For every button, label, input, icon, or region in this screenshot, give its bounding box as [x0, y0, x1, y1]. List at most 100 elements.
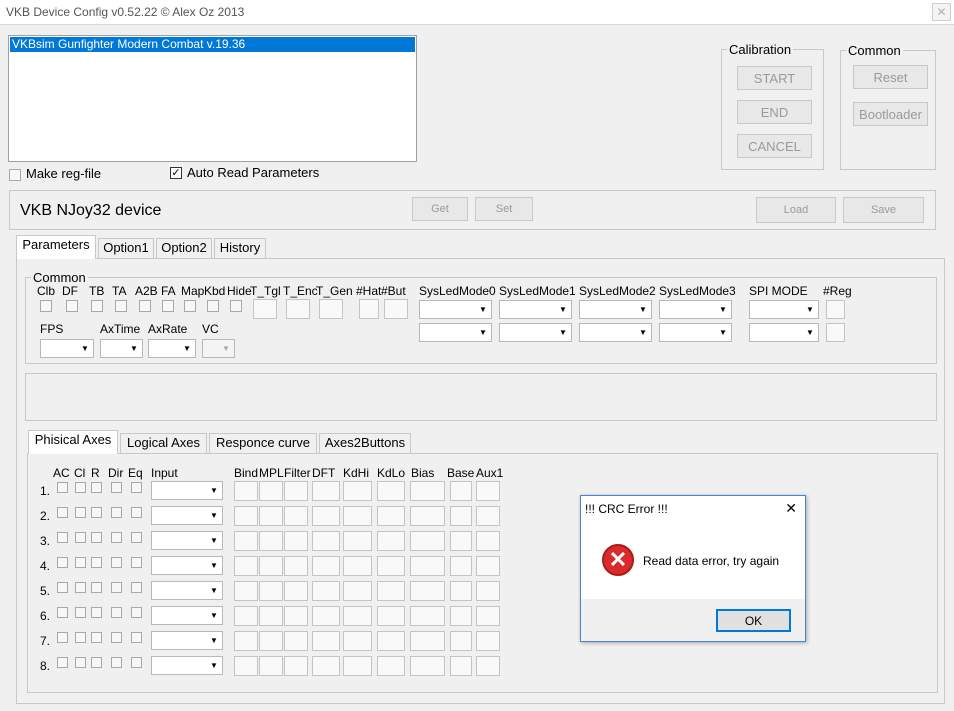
axis-checkbox-eq[interactable] — [131, 507, 142, 518]
axis-field-bind[interactable] — [234, 631, 258, 651]
flag-checkbox-tb[interactable] — [91, 300, 103, 312]
axis-checkbox-cl[interactable] — [75, 482, 86, 493]
axrate-select[interactable]: ▼ — [148, 339, 196, 358]
axis-checkbox-ac[interactable] — [57, 507, 68, 518]
tab-option1[interactable]: Option1 — [98, 238, 154, 258]
reg-count-field-2[interactable] — [826, 323, 845, 342]
sysled-mode0-select-1[interactable]: ▼ — [419, 300, 492, 319]
axis-field-dft[interactable] — [312, 556, 340, 576]
sysled-mode0-select-2[interactable]: ▼ — [419, 323, 492, 342]
reset-button[interactable]: Reset — [853, 65, 928, 89]
hat-count-field[interactable] — [359, 299, 379, 319]
axis-checkbox-ac[interactable] — [57, 482, 68, 493]
axis-checkbox-r[interactable] — [91, 582, 102, 593]
t-gen-field[interactable] — [319, 299, 343, 319]
axtime-select[interactable]: ▼ — [100, 339, 143, 358]
vc-select[interactable]: ▼ — [202, 339, 235, 358]
axis-field-kdlo[interactable] — [377, 506, 405, 526]
sysled-mode1-select-1[interactable]: ▼ — [499, 300, 572, 319]
axis-field-aux1[interactable] — [476, 556, 500, 576]
axis-checkbox-dir[interactable] — [111, 557, 122, 568]
axis-field-mpl[interactable] — [259, 531, 283, 551]
flag-checkbox-ta[interactable] — [115, 300, 127, 312]
axis-field-bias[interactable] — [410, 606, 445, 626]
axis-checkbox-eq[interactable] — [131, 532, 142, 543]
axis-field-filter[interactable] — [284, 481, 308, 501]
axis-field-bias[interactable] — [410, 631, 445, 651]
axis-checkbox-dir[interactable] — [111, 657, 122, 668]
tab-axes2buttons[interactable]: Axes2Buttons — [319, 433, 411, 453]
axis-field-aux1[interactable] — [476, 631, 500, 651]
axis-checkbox-dir[interactable] — [111, 532, 122, 543]
sysled-mode3-select-2[interactable]: ▼ — [659, 323, 732, 342]
axis-field-kdhi[interactable] — [343, 556, 372, 576]
get-button[interactable]: Get — [412, 197, 468, 221]
axis-input-select[interactable]: ▼ — [151, 481, 223, 500]
axis-checkbox-eq[interactable] — [131, 482, 142, 493]
axis-field-base[interactable] — [450, 631, 472, 651]
axis-field-dft[interactable] — [312, 481, 340, 501]
axis-field-mpl[interactable] — [259, 556, 283, 576]
axis-checkbox-r[interactable] — [91, 557, 102, 568]
axis-checkbox-ac[interactable] — [57, 557, 68, 568]
axis-field-dft[interactable] — [312, 581, 340, 601]
axis-checkbox-cl[interactable] — [75, 507, 86, 518]
axis-checkbox-dir[interactable] — [111, 482, 122, 493]
axis-field-base[interactable] — [450, 581, 472, 601]
axis-checkbox-cl[interactable] — [75, 557, 86, 568]
axis-input-select[interactable]: ▼ — [151, 531, 223, 550]
flag-checkbox-clb[interactable] — [40, 300, 52, 312]
axis-input-select[interactable]: ▼ — [151, 506, 223, 525]
tab-responce-curve[interactable]: Responce curve — [209, 433, 317, 453]
axis-field-base[interactable] — [450, 556, 472, 576]
fps-select[interactable]: ▼ — [40, 339, 94, 358]
axis-field-base[interactable] — [450, 656, 472, 676]
sysled-mode2-select-1[interactable]: ▼ — [579, 300, 652, 319]
spi-mode-select-1[interactable]: ▼ — [749, 300, 819, 319]
axis-field-dft[interactable] — [312, 506, 340, 526]
axis-field-mpl[interactable] — [259, 506, 283, 526]
flag-checkbox-df[interactable] — [66, 300, 78, 312]
axis-checkbox-cl[interactable] — [75, 532, 86, 543]
axis-field-bind[interactable] — [234, 506, 258, 526]
axis-input-select[interactable]: ▼ — [151, 631, 223, 650]
spi-mode-select-2[interactable]: ▼ — [749, 323, 819, 342]
axis-checkbox-dir[interactable] — [111, 632, 122, 643]
axis-field-bind[interactable] — [234, 481, 258, 501]
t-enc-field[interactable] — [286, 299, 310, 319]
device-list[interactable]: VKBsim Gunfighter Modern Combat v.19.36 — [8, 35, 417, 162]
axis-field-bind[interactable] — [234, 581, 258, 601]
axis-checkbox-r[interactable] — [91, 632, 102, 643]
save-button[interactable]: Save — [843, 197, 924, 223]
tab-history[interactable]: History — [214, 238, 266, 258]
axis-checkbox-eq[interactable] — [131, 607, 142, 618]
axis-checkbox-ac[interactable] — [57, 632, 68, 643]
axis-field-kdlo[interactable] — [377, 656, 405, 676]
axis-field-kdlo[interactable] — [377, 581, 405, 601]
tab-phisical-axes[interactable]: Phisical Axes — [28, 430, 118, 454]
axis-checkbox-eq[interactable] — [131, 632, 142, 643]
axis-field-bind[interactable] — [234, 556, 258, 576]
tab-option2[interactable]: Option2 — [156, 238, 212, 258]
axis-field-filter[interactable] — [284, 506, 308, 526]
axis-field-bias[interactable] — [410, 531, 445, 551]
sysled-mode1-select-2[interactable]: ▼ — [499, 323, 572, 342]
axis-checkbox-cl[interactable] — [75, 632, 86, 643]
button-count-field[interactable] — [384, 299, 408, 319]
axis-checkbox-cl[interactable] — [75, 657, 86, 668]
tab-parameters[interactable]: Parameters — [16, 235, 96, 259]
axis-field-aux1[interactable] — [476, 531, 500, 551]
axis-field-kdlo[interactable] — [377, 556, 405, 576]
tab-logical-axes[interactable]: Logical Axes — [120, 433, 207, 453]
axis-checkbox-dir[interactable] — [111, 607, 122, 618]
axis-field-dft[interactable] — [312, 606, 340, 626]
axis-field-bias[interactable] — [410, 481, 445, 501]
axis-checkbox-r[interactable] — [91, 657, 102, 668]
axis-field-kdlo[interactable] — [377, 531, 405, 551]
axis-field-kdhi[interactable] — [343, 506, 372, 526]
axis-field-mpl[interactable] — [259, 656, 283, 676]
axis-field-kdhi[interactable] — [343, 606, 372, 626]
axis-field-mpl[interactable] — [259, 581, 283, 601]
dialog-close-button[interactable]: ✕ — [785, 500, 797, 517]
end-button[interactable]: END — [737, 100, 812, 124]
